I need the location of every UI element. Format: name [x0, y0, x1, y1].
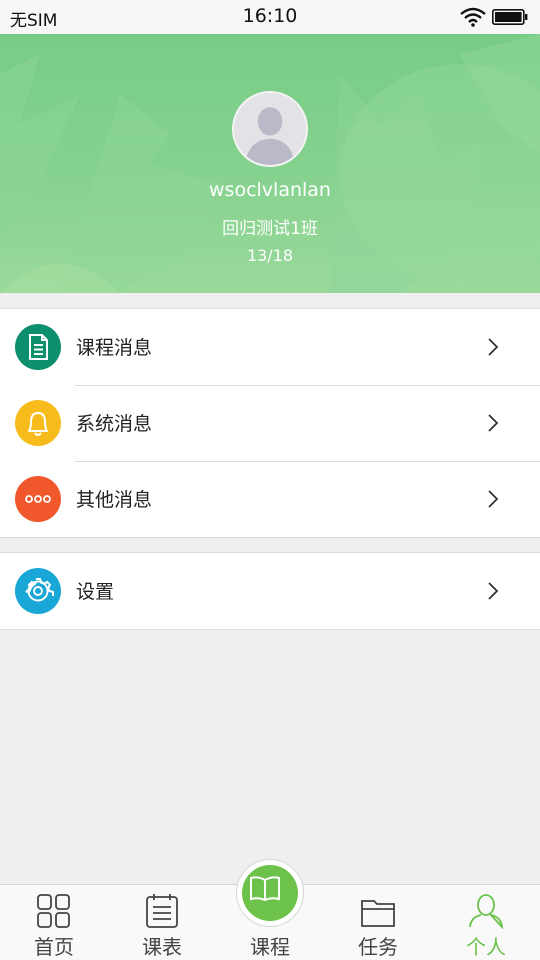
bottom-tab-bar: 首页 课表 课程 任务 个人 — [0, 859, 540, 960]
other-messages-label: 其他消息 — [76, 489, 153, 511]
wifi-icon — [460, 7, 486, 27]
tab-tasks-label: 任务 — [358, 935, 398, 959]
profile-header: wsoclvlanlan 回归测试1班 13/18 — [0, 34, 540, 293]
bell-icon — [15, 400, 61, 446]
avatar[interactable] — [232, 91, 308, 167]
battery-icon — [492, 9, 528, 25]
other-messages-item[interactable]: 其他消息 — [0, 461, 540, 537]
chevron-right-icon — [488, 582, 499, 600]
settings-group: 设置 — [0, 552, 540, 630]
tab-schedule-label: 课表 — [142, 935, 182, 959]
settings-item[interactable]: 设置 — [0, 553, 540, 629]
more-dots-icon — [15, 476, 61, 522]
username: wsoclvlanlan — [209, 179, 331, 201]
grid-icon — [37, 894, 70, 928]
user-silhouette-icon — [234, 93, 306, 165]
tab-home-label: 首页 — [34, 935, 74, 959]
person-icon — [469, 894, 504, 929]
document-icon — [15, 324, 61, 370]
tab-profile-label: 个人 — [466, 935, 506, 959]
tab-schedule[interactable]: 课表 — [108, 885, 216, 960]
messages-group: 课程消息 系统消息 其他消息 — [0, 308, 540, 538]
status-bar: 无SIM 16:10 — [0, 0, 540, 34]
course-messages-item[interactable]: 课程消息 — [0, 309, 540, 385]
settings-label: 设置 — [76, 581, 115, 603]
courses-center-button[interactable] — [236, 859, 304, 927]
gear-icon — [15, 568, 61, 614]
book-icon — [250, 876, 280, 902]
chevron-right-icon — [488, 490, 499, 508]
system-messages-label: 系统消息 — [76, 413, 153, 435]
course-messages-label: 课程消息 — [76, 337, 153, 359]
tab-courses-label: 课程 — [250, 935, 290, 959]
clock-text: 16:10 — [242, 5, 298, 27]
notepad-icon — [146, 894, 178, 928]
folder-icon — [361, 900, 395, 927]
tab-home[interactable]: 首页 — [0, 885, 108, 960]
chevron-right-icon — [488, 414, 499, 432]
tab-profile[interactable]: 个人 — [432, 885, 540, 960]
system-messages-item[interactable]: 系统消息 — [0, 385, 540, 461]
progress-count: 13/18 — [246, 246, 294, 265]
class-name: 回归测试1班 — [222, 219, 318, 239]
tab-tasks[interactable]: 任务 — [324, 885, 432, 960]
chevron-right-icon — [488, 338, 499, 356]
